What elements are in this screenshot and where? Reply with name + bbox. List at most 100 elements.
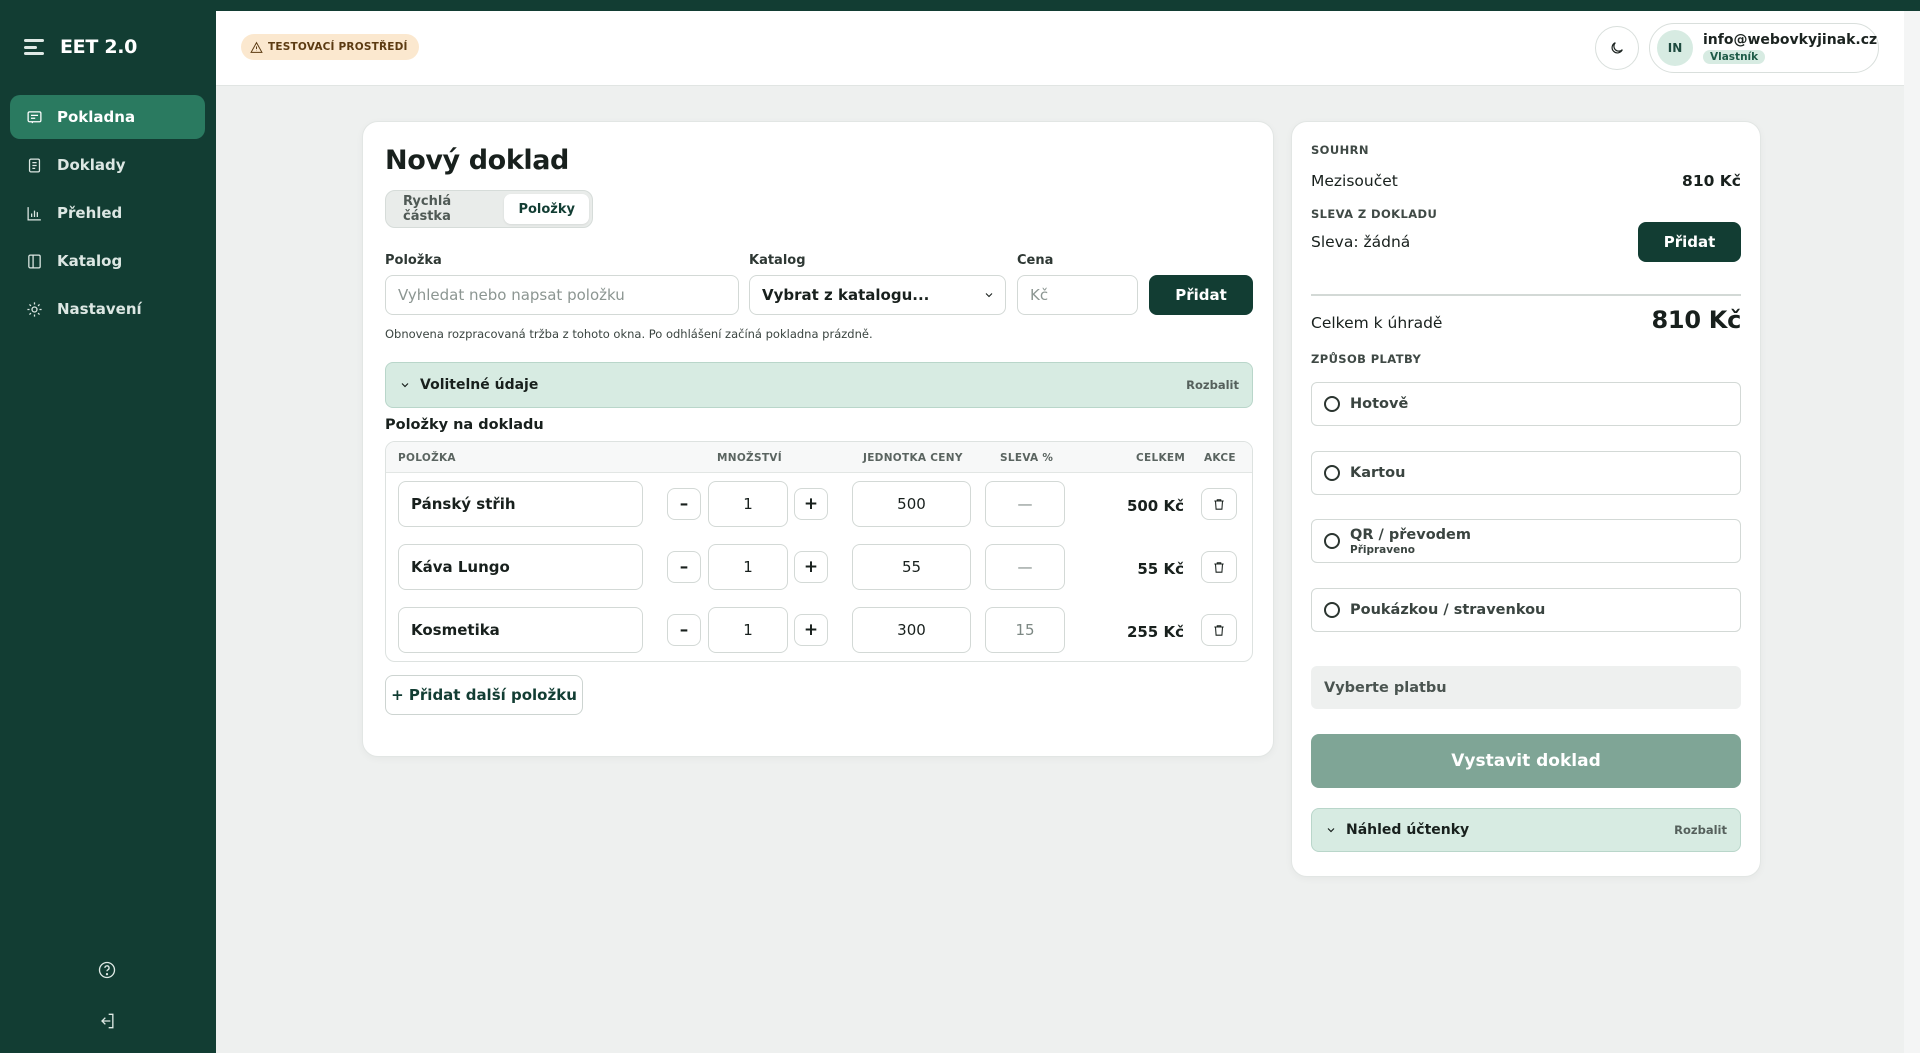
payment-option-cash[interactable]: Hotově [1311, 382, 1741, 426]
payment-section-label: ZPŮSOB PLATBY [1311, 352, 1422, 366]
total-value: 810 Kč [1651, 306, 1742, 334]
receipt-preview-accordion[interactable]: Náhled účtenky Rozbalit [1311, 808, 1741, 852]
discount-status: Sleva: žádná [1311, 233, 1411, 251]
item-field-label: Položka [385, 253, 442, 268]
sidebar-item-nastaveni[interactable]: Nastavení [10, 287, 205, 331]
payment-option-qr[interactable]: QR / převodem Připraveno [1311, 519, 1741, 563]
theme-toggle-button[interactable] [1595, 26, 1639, 70]
sidebar-item-doklady[interactable]: Doklady [10, 143, 205, 187]
summary-card: SOUHRN Mezisoučet 810 Kč SLEVA Z DOKLADU… [1291, 121, 1761, 877]
radio-button[interactable] [1324, 533, 1340, 549]
total-label: Celkem k úhradě [1311, 314, 1443, 332]
top-header: TESTOVACÍ PROSTŘEDÍ IN info@webovkyjinak… [216, 11, 1904, 86]
item-name-input[interactable]: Pánský střih [398, 481, 643, 527]
moon-icon [1611, 42, 1623, 54]
page-scrollbar[interactable] [1904, 11, 1920, 1053]
sidebar-item-label: Přehled [57, 204, 123, 222]
decrease-quantity-button[interactable]: – [667, 488, 701, 520]
sidebar-item-katalog[interactable]: Katalog [10, 239, 205, 283]
items-section-title: Položky na dokladu [385, 417, 544, 433]
user-role-badge: Vlastník [1703, 50, 1766, 64]
discount-input[interactable]: — [985, 481, 1065, 527]
chevron-down-icon [985, 293, 993, 298]
sidebar-item-label: Katalog [57, 252, 123, 270]
tab-items[interactable]: Položky [504, 194, 589, 224]
expand-link[interactable]: Rozbalit [1186, 378, 1239, 392]
sidebar-nav: Pokladna Doklady Přehled Katalog Nastave… [10, 95, 205, 335]
sidebar-item-label: Doklady [57, 156, 126, 174]
delete-row-button[interactable] [1201, 614, 1237, 646]
chart-icon [25, 204, 43, 222]
increase-quantity-button[interactable]: + [794, 488, 828, 520]
quantity-input[interactable]: 1 [708, 607, 788, 653]
chevron-down-icon [401, 383, 409, 388]
trash-icon [1214, 561, 1224, 573]
decrease-quantity-button[interactable]: – [667, 614, 701, 646]
row-total: 55 Kč [1137, 560, 1184, 578]
catalog-field-label: Katalog [749, 253, 806, 268]
user-email: info@webovkyjinak.cz [1703, 32, 1878, 48]
item-name-input[interactable]: Káva Lungo [398, 544, 643, 590]
page-title: Nový doklad [385, 145, 569, 176]
issue-receipt-button[interactable]: Vystavit doklad [1311, 734, 1741, 788]
user-menu[interactable]: IN info@webovkyjinak.cz Vlastník [1649, 23, 1879, 73]
chevron-down-icon [1327, 828, 1335, 833]
sidebar-item-prehled[interactable]: Přehled [10, 191, 205, 235]
quantity-input[interactable]: 1 [708, 481, 788, 527]
discount-input[interactable]: — [985, 544, 1065, 590]
item-name-input[interactable]: Kosmetika [398, 607, 643, 653]
sidebar-item-pokladna[interactable]: Pokladna [10, 95, 205, 139]
catalog-select[interactable]: Vybrat z katalogu... [749, 275, 1006, 315]
environment-badge: TESTOVACÍ PROSTŘEDÍ [241, 34, 419, 60]
unit-price-input[interactable]: 55 [852, 544, 971, 590]
optional-details-accordion[interactable]: Volitelné údaje Rozbalit [385, 362, 1253, 408]
payment-option-voucher[interactable]: Poukázkou / stravenkou [1311, 588, 1741, 632]
item-search-input[interactable]: Vyhledat nebo napsat položku [385, 275, 739, 315]
tab-quick-amount[interactable]: Rychlá částka [389, 194, 501, 224]
sidebar: EET 2.0 Pokladna Doklady Přehled Katalog [0, 0, 216, 1053]
payment-hint: Vyberte platbu [1311, 666, 1741, 709]
subtotal-label: Mezisoučet [1311, 172, 1398, 190]
price-field-label: Cena [1017, 253, 1054, 268]
book-icon [25, 252, 43, 270]
row-total: 500 Kč [1126, 497, 1184, 515]
add-item-button[interactable]: Přidat [1149, 275, 1253, 315]
add-another-item-button[interactable]: + Přidat další položku [385, 675, 583, 715]
table-row: Káva Lungo – 1 + 55 — 55 Kč [386, 536, 1252, 598]
payment-option-card[interactable]: Kartou [1311, 451, 1741, 495]
document-icon [25, 156, 43, 174]
increase-quantity-button[interactable]: + [794, 551, 828, 583]
brand: EET 2.0 [24, 36, 137, 58]
unit-price-input[interactable]: 500 [852, 481, 971, 527]
price-input[interactable]: Kč [1017, 275, 1138, 315]
table-row: Kosmetika – 1 + 300 15 255 Kč [386, 599, 1252, 661]
radio-button[interactable] [1324, 396, 1340, 412]
logout-icon[interactable] [97, 1011, 119, 1033]
help-icon[interactable] [97, 960, 119, 982]
decrease-quantity-button[interactable]: – [667, 551, 701, 583]
sidebar-item-label: Nastavení [57, 300, 142, 318]
mode-switch: Rychlá částka Položky [385, 190, 593, 228]
quantity-input[interactable]: 1 [708, 544, 788, 590]
table-header: POLOŽKA MNOŽSTVÍ JEDNOTKA CENY SLEVA % C… [386, 442, 1252, 473]
expand-link[interactable]: Rozbalit [1674, 823, 1727, 837]
delete-row-button[interactable] [1201, 488, 1237, 520]
gear-icon [25, 300, 43, 318]
delete-row-button[interactable] [1201, 551, 1237, 583]
menu-icon[interactable] [24, 37, 44, 57]
subtotal-value: 810 Kč [1682, 172, 1741, 190]
unit-price-input[interactable]: 300 [852, 607, 971, 653]
trash-icon [1214, 498, 1224, 510]
radio-button[interactable] [1324, 602, 1340, 618]
radio-button[interactable] [1324, 465, 1340, 481]
increase-quantity-button[interactable]: + [794, 614, 828, 646]
summary-divider [1311, 294, 1741, 296]
add-discount-button[interactable]: Přidat [1638, 222, 1741, 262]
top-accent-strip [0, 0, 1920, 11]
discount-section-label: SLEVA Z DOKLADU [1311, 207, 1438, 221]
receipt-icon [25, 108, 43, 126]
sidebar-item-label: Pokladna [57, 108, 136, 126]
discount-input[interactable]: 15 [985, 607, 1065, 653]
table-row: Pánský střih – 1 + 500 — 500 Kč [386, 473, 1252, 535]
trash-icon [1214, 624, 1224, 636]
